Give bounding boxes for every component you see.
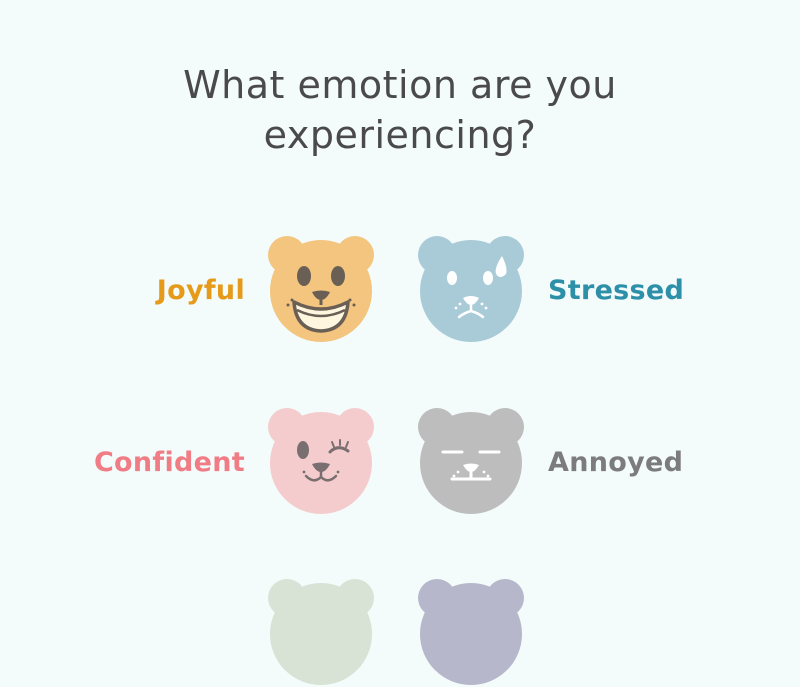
emotion-label-confident[interactable]: Confident (94, 446, 245, 480)
confident-bear-icon[interactable] (266, 406, 376, 516)
stressed-bear-icon[interactable] (416, 234, 526, 344)
joyful-bear-icon[interactable] (266, 234, 376, 344)
emotion-label-joyful[interactable]: Joyful (157, 274, 245, 308)
bear-icon[interactable] (266, 577, 376, 687)
question-line-2: experiencing? (263, 113, 537, 157)
bear-icon[interactable] (416, 577, 526, 687)
question-line-1: What emotion are you (183, 63, 617, 107)
emotion-label-stressed[interactable]: Stressed (548, 274, 684, 308)
emotion-label-annoyed[interactable]: Annoyed (548, 446, 683, 480)
annoyed-bear-icon[interactable] (416, 406, 526, 516)
question-heading: What emotion are you experiencing? (0, 60, 800, 160)
